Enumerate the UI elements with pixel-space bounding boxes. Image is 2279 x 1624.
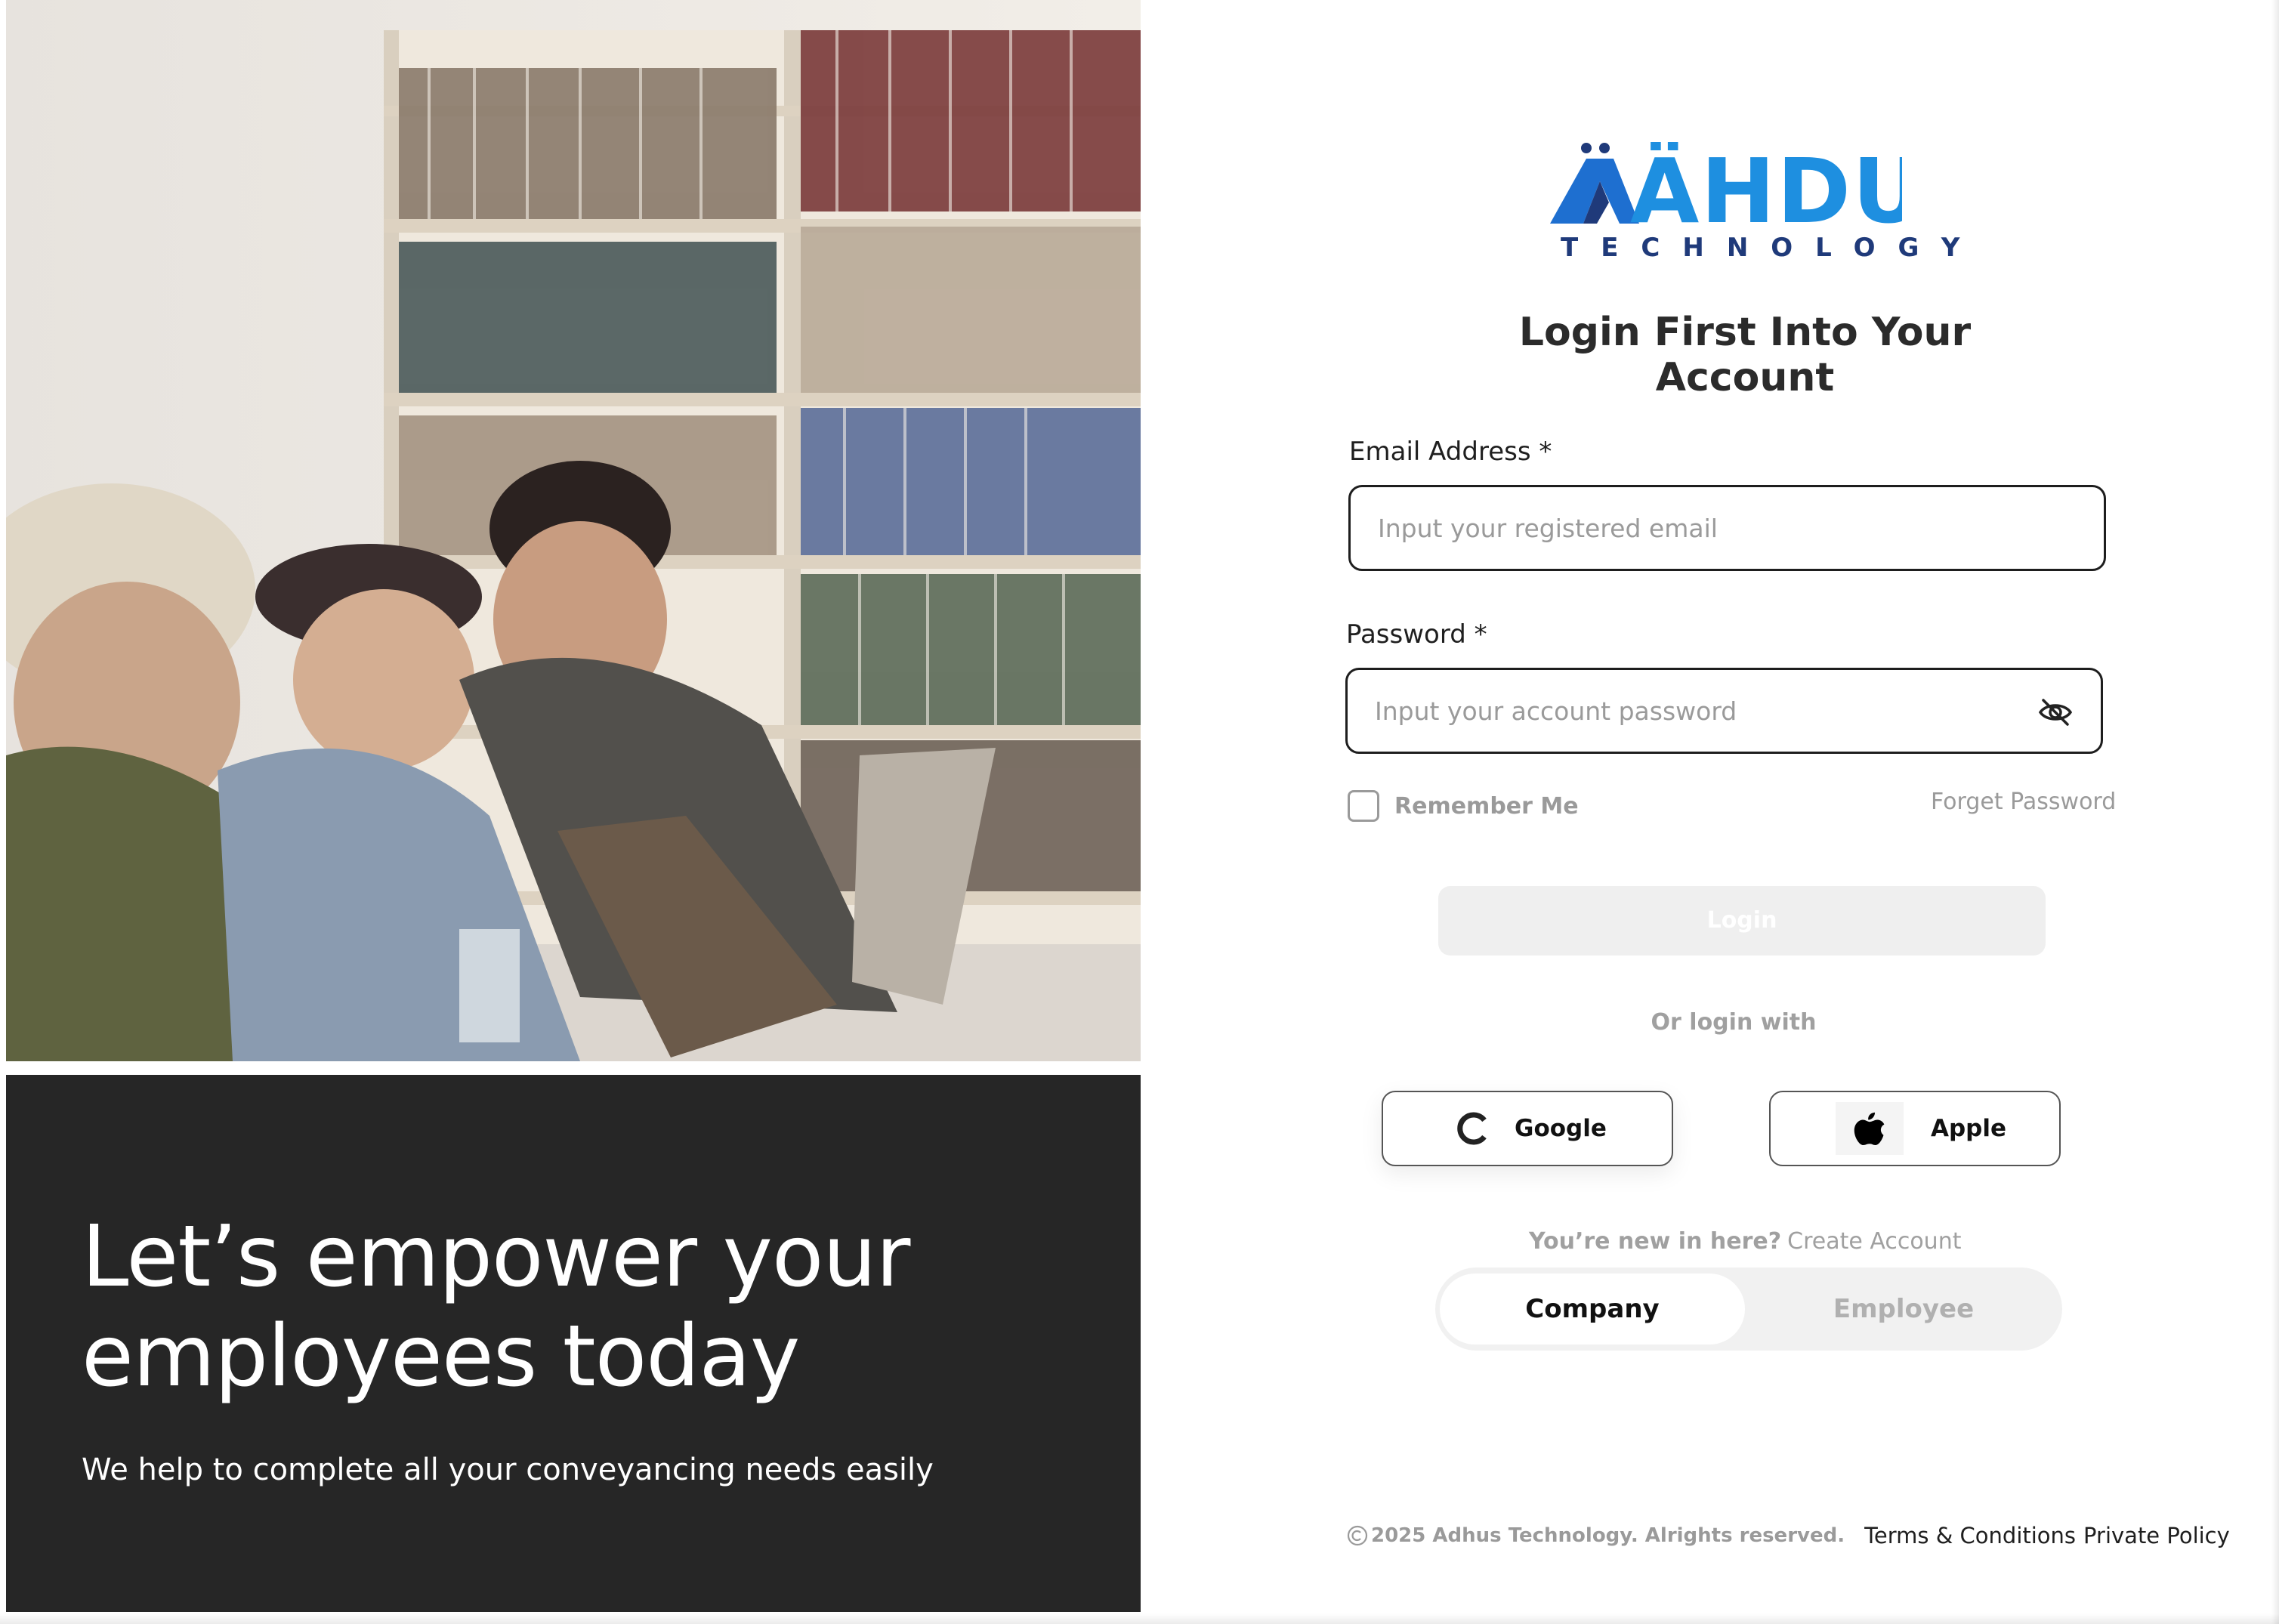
google-login-button[interactable]: Google	[1382, 1091, 1673, 1166]
apple-login-button[interactable]: Apple	[1769, 1091, 2061, 1166]
hero-title: Let’s empower your employees today	[82, 1207, 1064, 1406]
apple-login-label: Apple	[1931, 1115, 2007, 1142]
tab-company[interactable]: Company	[1440, 1274, 1745, 1345]
remember-me[interactable]: Remember Me	[1348, 789, 1579, 823]
hero-title-line-1: Let’s empower your	[82, 1208, 910, 1306]
create-account-link[interactable]: Create Account	[1787, 1228, 1961, 1255]
hero-panel: Let’s empower your employees today We he…	[6, 0, 1141, 1612]
office-team-image	[6, 0, 1141, 1061]
copyright-icon	[1347, 1525, 1368, 1546]
password-field[interactable]	[1375, 670, 2040, 752]
password-field-container	[1345, 668, 2103, 754]
forget-password-link[interactable]: Forget Password	[1931, 789, 2116, 815]
google-login-label: Google	[1515, 1115, 1607, 1142]
email-label: Email Address *	[1349, 437, 1552, 467]
signup-prompt: You’re new in here? Create Account	[1529, 1228, 1961, 1255]
password-label: Password *	[1346, 619, 1487, 650]
logo-subtext: TECHNOLOGY	[1561, 233, 1983, 263]
email-field[interactable]	[1378, 487, 2043, 569]
logo-wordmark: ÄHDUS	[1550, 142, 1902, 225]
page-bottom-shadow	[0, 1613, 2279, 1624]
copyright-text: 2025 Adhus Technology. Alrights reserved…	[1371, 1524, 1845, 1547]
social-divider-text: Or login with	[1651, 1009, 1817, 1036]
brand-logo: ÄHDUS TECHNOLOGY	[1550, 142, 1959, 263]
page-edge-shadow	[2271, 0, 2279, 1624]
eye-off-icon[interactable]	[2037, 694, 2074, 730]
tab-employee[interactable]: Employee	[1749, 1274, 2058, 1345]
account-type-toggle: Company Employee	[1435, 1267, 2062, 1351]
remember-me-label: Remember Me	[1394, 792, 1579, 820]
page-title: Login First Into Your Account	[1518, 310, 1972, 400]
hero-text-panel: Let’s empower your employees today We he…	[6, 1075, 1141, 1612]
hero-photo	[6, 0, 1141, 1061]
privacy-policy-link[interactable]: Private Policy	[2083, 1523, 2230, 1548]
signup-question: You’re new in here?	[1529, 1228, 1782, 1255]
footer: 2025 Adhus Technology. Alrights reserved…	[1347, 1523, 2230, 1548]
login-button[interactable]: Login	[1438, 886, 2046, 956]
google-icon	[1447, 1102, 1499, 1155]
terms-link[interactable]: Terms & Conditions	[1864, 1523, 2076, 1548]
hero-title-line-2: employees today	[82, 1308, 800, 1406]
email-field-container	[1348, 485, 2106, 571]
apple-icon	[1836, 1102, 1904, 1155]
hero-subtitle: We help to complete all your conveyancin…	[82, 1453, 934, 1487]
logo-text: ÄHDUS	[1630, 142, 1902, 225]
remember-me-checkbox[interactable]	[1348, 790, 1379, 822]
